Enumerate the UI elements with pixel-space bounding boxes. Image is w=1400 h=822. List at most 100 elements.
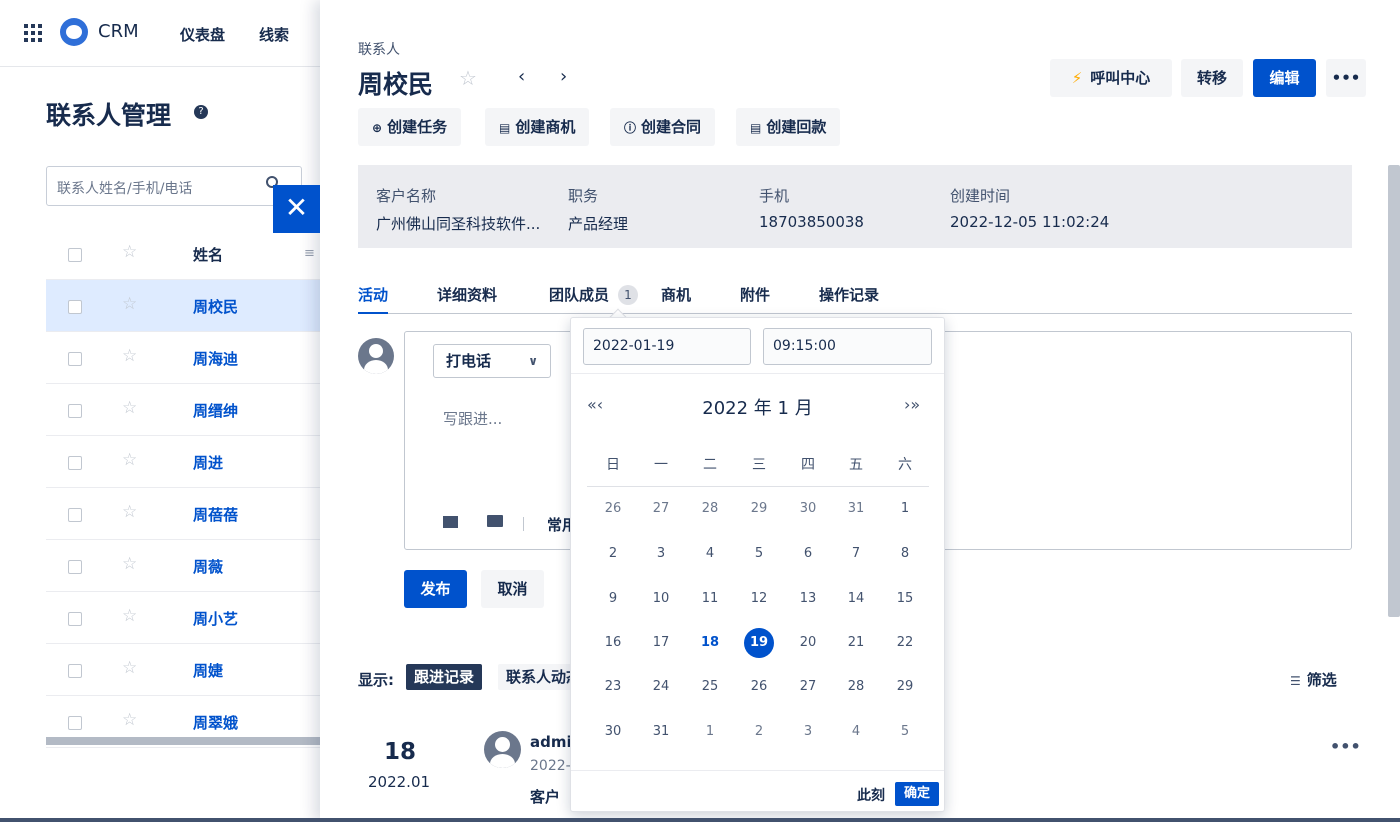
folder-icon[interactable] xyxy=(487,515,503,527)
create-task-button[interactable]: ⊕ 创建任务 xyxy=(358,108,462,146)
contact-name-link[interactable]: 周小艺 xyxy=(193,608,238,629)
calendar-day[interactable]: 19 xyxy=(744,628,774,658)
calendar-day[interactable]: 1 xyxy=(890,494,920,524)
calendar-day[interactable]: 30 xyxy=(598,717,628,747)
calendar-day[interactable]: 29 xyxy=(744,494,774,524)
contact-name-link[interactable]: 周进 xyxy=(193,452,223,473)
calendar-day[interactable]: 31 xyxy=(841,494,871,524)
row-checkbox[interactable] xyxy=(68,300,82,314)
contact-name-link[interactable]: 周校民 xyxy=(193,296,238,317)
calendar-day[interactable]: 18 xyxy=(695,628,725,658)
table-row[interactable]: ☆ 周校民 xyxy=(46,280,320,332)
column-header-name[interactable]: 姓名 xyxy=(193,244,223,265)
create-contract-button[interactable]: ⓘ 创建合同 xyxy=(610,108,716,146)
calendar-day[interactable]: 26 xyxy=(598,494,628,524)
column-filter-icon[interactable]: ≡ xyxy=(304,246,315,261)
calendar-day[interactable]: 22 xyxy=(890,628,920,658)
calendar-day[interactable]: 2 xyxy=(744,717,774,747)
calendar-day[interactable]: 20 xyxy=(793,628,823,658)
calendar-day[interactable]: 4 xyxy=(695,539,725,569)
contact-name-link[interactable]: 周翠娥 xyxy=(193,712,238,733)
next-record-button[interactable]: › xyxy=(560,66,567,87)
calendar-day[interactable]: 24 xyxy=(646,672,676,702)
contact-name-link[interactable]: 周海迪 xyxy=(193,348,238,369)
table-row[interactable]: ☆ 周进 xyxy=(46,436,320,488)
table-row[interactable]: ☆ 周蓓蓓 xyxy=(46,488,320,540)
tab-team-members[interactable]: 团队成员 xyxy=(549,284,609,305)
favorite-star-icon[interactable]: ☆ xyxy=(459,66,477,90)
calendar-day[interactable]: 21 xyxy=(841,628,871,658)
calendar-day[interactable]: 13 xyxy=(793,584,823,614)
calendar-day[interactable]: 5 xyxy=(744,539,774,569)
select-all-checkbox[interactable] xyxy=(68,248,82,262)
calendar-day[interactable]: 7 xyxy=(841,539,871,569)
calendar-day[interactable]: 28 xyxy=(695,494,725,524)
close-drawer-button[interactable]: ✕ xyxy=(273,185,320,233)
star-icon[interactable]: ☆ xyxy=(122,294,137,314)
more-button[interactable]: ••• xyxy=(1326,59,1366,97)
apps-grid-icon[interactable] xyxy=(24,24,42,42)
cancel-button[interactable]: 取消 xyxy=(481,570,544,608)
followup-type-select[interactable]: 打电话 ∨ xyxy=(433,344,551,378)
calendar-day[interactable]: 17 xyxy=(646,628,676,658)
feed-more-button[interactable]: ••• xyxy=(1330,737,1361,756)
row-checkbox[interactable] xyxy=(68,560,82,574)
create-opportunity-button[interactable]: ▤ 创建商机 xyxy=(485,108,590,146)
tab-attachments[interactable]: 附件 xyxy=(740,284,770,305)
calendar-day[interactable]: 31 xyxy=(646,717,676,747)
next-month-year-button[interactable]: ›» xyxy=(904,395,920,414)
table-row[interactable]: ☆ 周小艺 xyxy=(46,592,320,644)
calendar-day[interactable]: 28 xyxy=(841,672,871,702)
tab-activity[interactable]: 活动 xyxy=(358,284,389,314)
calendar-day[interactable]: 9 xyxy=(598,584,628,614)
calendar-day[interactable]: 15 xyxy=(890,584,920,614)
calendar-day[interactable]: 1 xyxy=(695,717,725,747)
horizontal-scrollbar[interactable] xyxy=(46,737,320,745)
star-icon[interactable]: ☆ xyxy=(122,606,137,626)
contact-name-link[interactable]: 周蓓蓓 xyxy=(193,504,238,525)
row-checkbox[interactable] xyxy=(68,508,82,522)
star-icon[interactable]: ☆ xyxy=(122,502,137,522)
row-checkbox[interactable] xyxy=(68,664,82,678)
tab-opportunities[interactable]: 商机 xyxy=(661,284,691,305)
calendar-day[interactable]: 11 xyxy=(695,584,725,614)
table-row[interactable]: ☆ 周海迪 xyxy=(46,332,320,384)
vertical-scrollbar[interactable] xyxy=(1388,165,1400,617)
contact-name-link[interactable]: 周婕 xyxy=(193,660,223,681)
image-icon[interactable] xyxy=(443,516,458,528)
calendar-day[interactable]: 23 xyxy=(598,672,628,702)
star-icon[interactable]: ☆ xyxy=(122,398,137,418)
time-input[interactable]: 09:15:00 xyxy=(763,328,932,365)
calendar-day[interactable]: 3 xyxy=(646,539,676,569)
calendar-day[interactable]: 16 xyxy=(598,628,628,658)
help-icon[interactable]: ? xyxy=(194,105,208,119)
row-checkbox[interactable] xyxy=(68,612,82,626)
calendar-day[interactable]: 12 xyxy=(744,584,774,614)
nav-item-leads[interactable]: 线索 xyxy=(259,24,289,45)
tab-details[interactable]: 详细资料 xyxy=(437,284,497,305)
table-row[interactable]: ☆ 周薇 xyxy=(46,540,320,592)
filter-followup-records[interactable]: 跟进记录 xyxy=(406,664,483,690)
nav-item-dashboard[interactable]: 仪表盘 xyxy=(180,24,225,45)
customer-name-value[interactable]: 广州佛山同圣科技软件... xyxy=(376,213,540,234)
transfer-button[interactable]: 转移 xyxy=(1181,59,1243,97)
table-row[interactable]: ☆ 周婕 xyxy=(46,644,320,696)
edit-button[interactable]: 编辑 xyxy=(1253,59,1316,97)
calendar-day[interactable]: 4 xyxy=(841,717,871,747)
prev-record-button[interactable]: ‹ xyxy=(518,66,525,87)
calendar-day[interactable]: 27 xyxy=(793,672,823,702)
calendar-day[interactable]: 3 xyxy=(793,717,823,747)
filter-button[interactable]: ☰ 筛选 xyxy=(1290,669,1337,690)
contact-name-link[interactable]: 周薇 xyxy=(193,556,223,577)
publish-button[interactable]: 发布 xyxy=(404,570,467,608)
table-row[interactable]: ☆ 周缙绅 xyxy=(46,384,320,436)
star-icon[interactable]: ☆ xyxy=(122,450,137,470)
calendar-day[interactable]: 27 xyxy=(646,494,676,524)
calendar-day[interactable]: 5 xyxy=(890,717,920,747)
calendar-day[interactable]: 29 xyxy=(890,672,920,702)
confirm-button[interactable]: 确定 xyxy=(895,782,939,806)
call-center-button[interactable]: ⚡ 呼叫中心 xyxy=(1050,59,1172,97)
search-input[interactable]: 联系人姓名/手机/电话 xyxy=(46,166,302,206)
row-checkbox[interactable] xyxy=(68,404,82,418)
calendar-day[interactable]: 26 xyxy=(744,672,774,702)
